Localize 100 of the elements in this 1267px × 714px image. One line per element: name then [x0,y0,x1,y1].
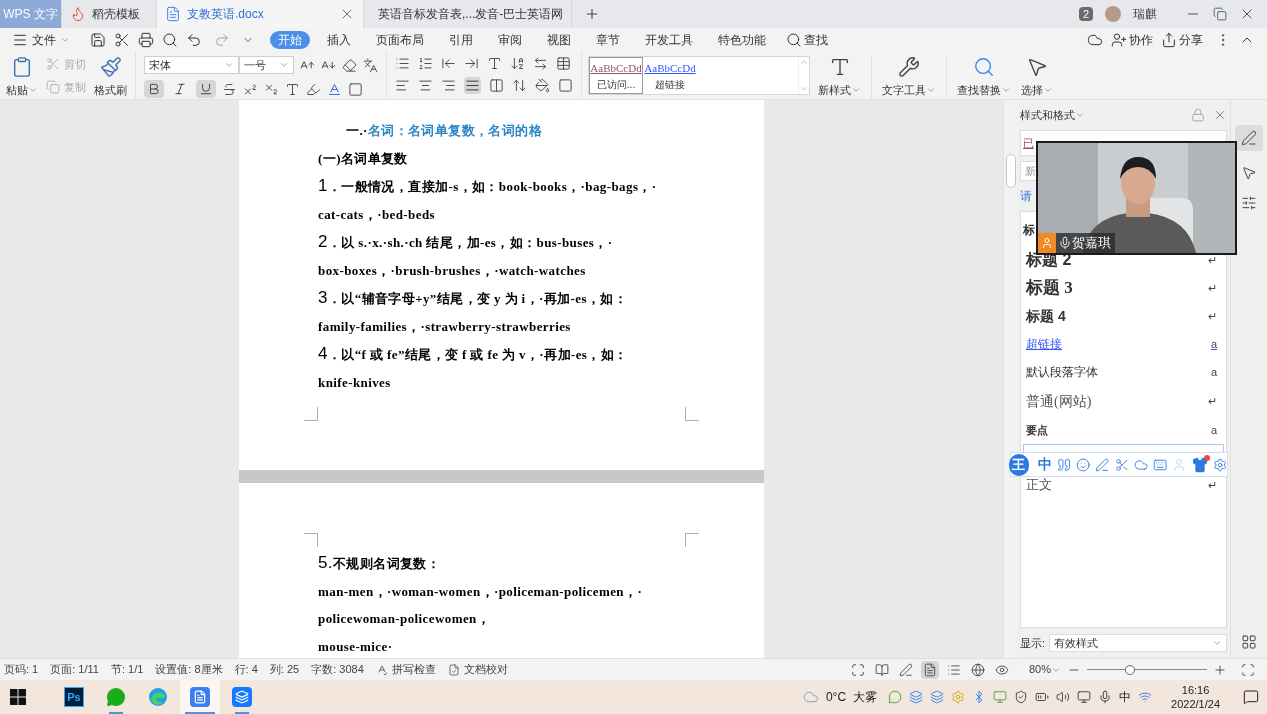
input-language[interactable]: 中 [1119,688,1132,706]
sort-icon[interactable] [510,56,525,71]
strikethrough-icon[interactable] [222,81,237,97]
font-size-select[interactable]: 一号 [239,56,294,74]
zoom-slider[interactable] [1087,663,1207,676]
start-icon[interactable] [10,689,26,705]
microphone-icon[interactable] [1058,236,1072,250]
video-overlay[interactable]: 贺嘉琪 [1036,141,1237,255]
notification-icon[interactable] [1243,689,1259,705]
font-color-icon[interactable] [327,81,342,97]
align-right-icon[interactable] [441,78,456,93]
stack-icon[interactable] [930,690,945,704]
restore-icon[interactable] [1213,7,1227,21]
align-center-icon[interactable] [418,78,433,93]
ribbon-tab[interactable]: 章节 [588,31,628,49]
superscript-icon[interactable] [243,81,258,97]
weather-text[interactable]: 大雾 [853,688,878,706]
new-tab-icon[interactable] [584,6,600,22]
punctuation-icon[interactable] [1056,456,1071,473]
line-spacing-icon[interactable] [512,78,527,93]
style-item[interactable]: 标题 4 ↵ [1021,302,1226,330]
network-icon[interactable] [1138,690,1153,704]
style-item[interactable]: 默认段落字体 a [1021,358,1226,386]
align-left-icon[interactable] [395,78,410,93]
ribbon-tab[interactable]: 开发工具 [637,31,701,49]
taskbar-app[interactable] [180,680,220,714]
format-painter-button[interactable]: 格式刷 [94,56,127,99]
font-family-select[interactable]: 宋体 [144,56,239,74]
tool-button[interactable]: 新样式 [818,56,861,99]
eraser-icon[interactable] [342,57,357,73]
zoom-slider-thumb[interactable] [1125,664,1136,675]
outdent-icon[interactable] [441,56,456,71]
ribbon-tab[interactable]: 视图 [539,31,579,49]
view-button[interactable] [920,660,939,679]
shading-icon[interactable] [348,81,363,97]
close-icon[interactable] [1213,108,1227,122]
fit-icon[interactable] [1241,662,1255,677]
numbered-list-icon[interactable] [418,56,433,71]
pen-icon[interactable] [1235,125,1263,151]
bullet-list-icon[interactable] [395,56,410,71]
panel-title[interactable]: 样式和格式 [1020,106,1085,124]
paste-button[interactable]: 粘贴 [6,56,38,99]
cloud-icon[interactable] [1087,32,1103,48]
cursor-icon[interactable] [1241,165,1257,181]
indent-icon[interactable] [464,56,479,71]
taskbar-app[interactable]: Ps [54,680,94,714]
file-menu[interactable]: 文件 [8,31,74,49]
letters-icon[interactable] [487,56,502,71]
user-name[interactable]: 瑞麒 [1133,5,1157,23]
tool-button[interactable]: 选择 [1021,56,1053,99]
shirt-icon[interactable] [1191,456,1208,473]
grid-icon[interactable] [1241,634,1257,650]
ribbon-tab[interactable]: 引用 [441,31,481,49]
window-count-badge[interactable]: 2 [1078,7,1093,21]
style-item[interactable]: 普通(网站) ↵ [1021,386,1226,416]
save-icon[interactable] [90,32,106,48]
settings-icon[interactable] [1212,456,1228,473]
style-preset[interactable]: AaBbCcDd 已访问... [589,57,643,94]
microphone-icon[interactable] [1098,690,1113,704]
bold-button[interactable] [144,80,164,98]
highlighter-icon[interactable] [306,81,321,97]
style-preset[interactable]: AaBbCcDd 超链接 [643,57,697,94]
zoom-value[interactable]: 80% [1028,661,1061,678]
find-button[interactable]: 查找 [786,31,828,49]
ribbon-tab[interactable]: 页面布局 [368,31,432,49]
ribbon-tab[interactable]: 审阅 [490,31,530,49]
print-icon[interactable] [138,32,154,48]
subscript-icon[interactable] [264,81,279,97]
battery-icon[interactable] [1035,690,1050,704]
pinyin-icon[interactable] [363,57,378,73]
paint-bucket-icon[interactable] [535,78,550,93]
tool-button[interactable]: 查找替换 [946,56,1011,99]
border-icon[interactable] [558,78,573,93]
monitor-icon[interactable] [1077,690,1092,704]
volume-icon[interactable] [1056,690,1071,704]
input-mode-toggle[interactable]: 中 [1037,454,1052,475]
underline-button[interactable] [196,80,216,98]
ribbon-tab[interactable]: 插入 [319,31,359,49]
table-icon[interactable] [556,56,571,71]
style-item[interactable]: 要点 a [1021,416,1226,444]
columns-icon[interactable] [489,78,504,93]
style-item[interactable]: 标题 3 ↵ [1021,274,1226,302]
show-select[interactable]: 有效样式 [1049,634,1227,652]
justify-icon[interactable] [464,77,481,94]
status-button[interactable]: 拼写检查 [375,661,436,678]
sliders-icon[interactable] [1241,195,1257,211]
undo-icon[interactable] [186,32,202,48]
tool-button[interactable]: 文字工具 [871,56,936,99]
emoji-icon[interactable] [1075,456,1091,473]
document-tab[interactable]: 支教英语.docx [157,0,364,28]
print-preview-icon[interactable] [162,32,178,48]
toolbar-button[interactable]: 分享 [1161,31,1203,49]
clock[interactable]: 16:16 2022/1/24 [1171,683,1220,711]
scissors-icon[interactable] [114,32,130,48]
arrows-icon[interactable] [533,56,548,71]
toolbar-button[interactable]: 协作 [1111,31,1153,49]
input-method-logo[interactable]: 王 [1009,453,1029,476]
ribbon-tab[interactable]: 特色功能 [710,31,774,49]
temperature[interactable]: 0°C [825,688,847,706]
app-tray-icon[interactable] [909,690,924,704]
